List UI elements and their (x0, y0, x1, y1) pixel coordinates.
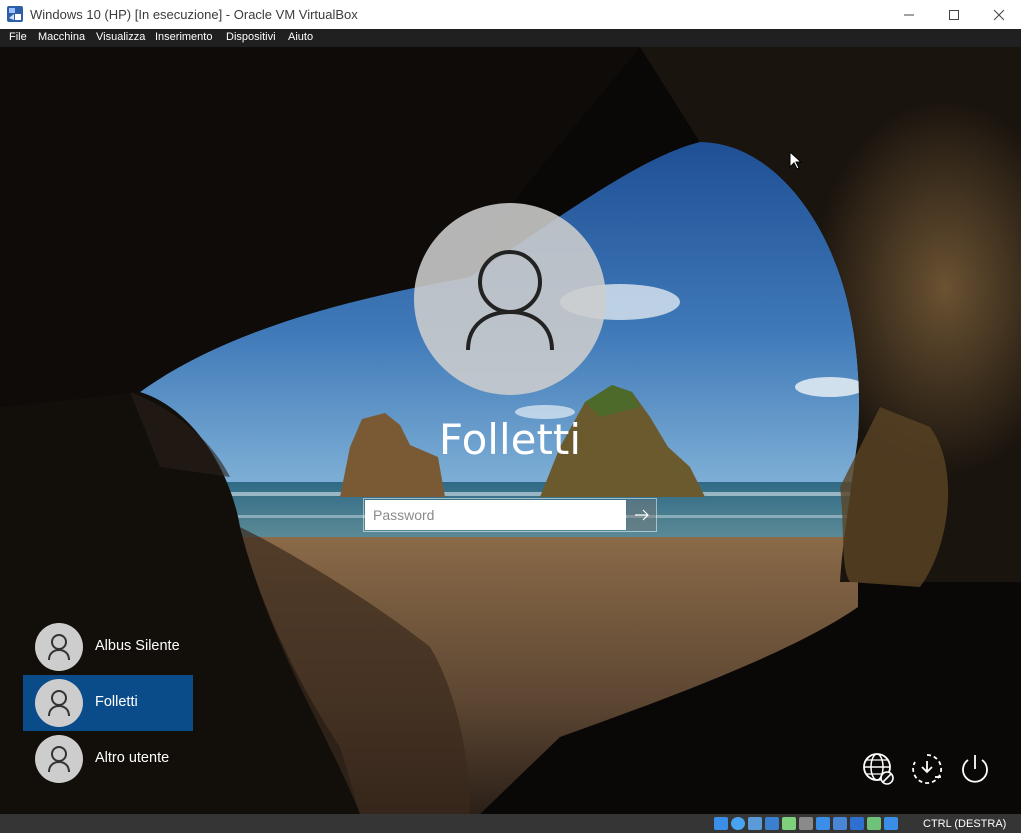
network-adapter-icon[interactable] (765, 817, 779, 830)
user-tile-label: Folletti (95, 694, 138, 710)
network-icon[interactable] (861, 751, 897, 787)
selected-user-name: Folletti (438, 415, 582, 464)
optical-drive-icon[interactable] (731, 817, 745, 830)
mouse-integration-icon[interactable] (867, 817, 881, 830)
maximize-icon (949, 9, 959, 20)
guest-screen[interactable]: Folletti Albus Silente Folletti Altro ut… (0, 47, 1021, 814)
menu-file[interactable]: File (9, 31, 27, 43)
close-button[interactable] (976, 0, 1021, 29)
user-tile-folletti[interactable]: Folletti (23, 675, 193, 731)
close-icon (993, 9, 1005, 20)
hard-disk-icon[interactable] (714, 817, 728, 830)
user-tile-label: Albus Silente (95, 638, 180, 654)
status-icons (714, 817, 898, 830)
password-input[interactable] (365, 500, 626, 530)
menu-aiuto[interactable]: Aiuto (288, 31, 313, 43)
menu-visualizza[interactable]: Visualizza (96, 31, 145, 43)
minimize-button[interactable] (886, 0, 932, 29)
menu-inserimento[interactable]: Inserimento (155, 31, 212, 43)
virtualbox-logo-icon (7, 6, 23, 22)
keyboard-icon[interactable] (884, 817, 898, 830)
window-titlebar[interactable]: Windows 10 (HP) [In esecuzione] - Oracle… (0, 0, 1021, 29)
user-tile-altro-utente[interactable]: Altro utente (23, 731, 193, 787)
user-icon (48, 746, 70, 773)
user-icon (48, 690, 70, 717)
recording-icon[interactable] (833, 817, 847, 830)
mouse-cursor-icon (789, 151, 803, 170)
user-avatar-large (414, 203, 606, 395)
menu-macchina[interactable]: Macchina (38, 31, 85, 43)
user-tile-albus-silente[interactable]: Albus Silente (23, 619, 193, 675)
submit-button[interactable] (627, 500, 656, 530)
maximize-button[interactable] (931, 0, 977, 29)
usb-icon[interactable] (782, 817, 796, 830)
avatar (35, 735, 83, 783)
menu-bar: File Macchina Visualizza Inserimento Dis… (0, 29, 1021, 47)
user-tile-label: Altro utente (95, 750, 170, 766)
password-box (363, 498, 657, 532)
window-title: Windows 10 (HP) [In esecuzione] - Oracle… (30, 7, 358, 22)
shared-folders-icon[interactable] (799, 817, 813, 830)
display-icon[interactable] (816, 817, 830, 830)
arrow-right-icon (634, 509, 649, 521)
user-icon (48, 634, 70, 661)
accessibility-icon[interactable] (909, 751, 945, 787)
user-icon (466, 250, 554, 351)
status-bar: CTRL (DESTRA) (0, 814, 1021, 833)
power-icon[interactable] (957, 751, 993, 787)
avatar (35, 623, 83, 671)
virtualization-icon[interactable] (850, 817, 864, 830)
menu-dispositivi[interactable]: Dispositivi (226, 31, 276, 43)
minimize-icon (904, 14, 914, 15)
avatar (35, 679, 83, 727)
audio-icon[interactable] (748, 817, 762, 830)
host-key-label: CTRL (DESTRA) (923, 818, 1007, 830)
